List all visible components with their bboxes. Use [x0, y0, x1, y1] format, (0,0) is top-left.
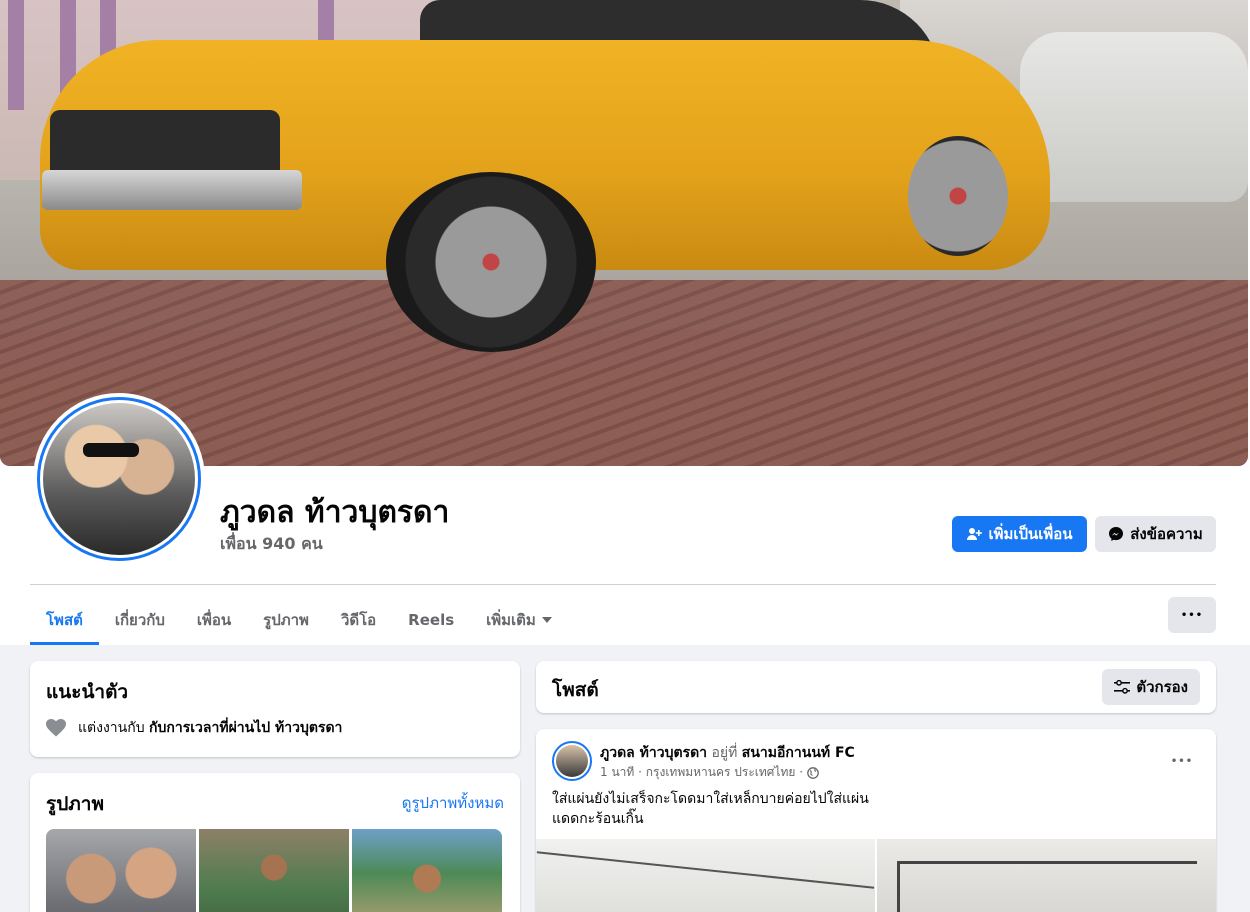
- friend-count[interactable]: เพื่อน 940 คน: [220, 532, 323, 557]
- avatar-image: [43, 403, 195, 555]
- filter-icon: [1114, 680, 1131, 694]
- add-friend-icon: [966, 526, 983, 542]
- post-author-avatar[interactable]: [552, 741, 592, 781]
- posts-title: โพสต์: [552, 679, 599, 701]
- profile-header: ภูวดล ท้าวบุตรดา เพื่อน 940 คน เพิ่มเป็น…: [0, 0, 1250, 645]
- profile-avatar[interactable]: [33, 393, 205, 565]
- header-divider: [30, 584, 1216, 585]
- avatar-ring: [37, 397, 201, 561]
- post-text: ใส่แผ่นยังไม่เสร็จกะโดดมาใส่เหล็กบายค่อย…: [552, 789, 1172, 829]
- photos-card: รูปภาพ ดูรูปภาพทั้งหมด: [30, 773, 520, 912]
- post-meta-text[interactable]: 1 นาที · กรุงเทพมหานคร ประเทศไทย ·: [600, 763, 803, 782]
- photo-thumbnail[interactable]: [199, 829, 349, 912]
- caret-down-icon: [541, 617, 552, 623]
- photo-thumbnail[interactable]: [352, 829, 502, 912]
- tab-label: Reels: [408, 611, 455, 629]
- relationship-partner[interactable]: กับการเวลาที่ผ่านไป ท้าวบุตรดา: [149, 720, 342, 736]
- cover-car-wheel: [386, 172, 596, 352]
- message-label: ส่งข้อความ: [1130, 525, 1203, 543]
- globe-icon: [807, 766, 819, 779]
- tab-label: วิดีโอ: [340, 611, 377, 629]
- post-card: ภูวดล ท้าวบุตรดา อยู่ที่ สนามอีกานนท์ FC…: [536, 729, 1216, 912]
- tab-friends[interactable]: เพื่อน: [181, 595, 247, 645]
- filter-label: ตัวกรอง: [1136, 678, 1188, 696]
- tab-label: รูปภาพ: [263, 611, 309, 629]
- tab-posts[interactable]: โพสต์: [30, 595, 99, 645]
- message-button[interactable]: ส่งข้อความ: [1095, 516, 1216, 552]
- cover-white-car: [1020, 32, 1248, 202]
- cover-pillar: [8, 0, 24, 110]
- post-text-line: ใส่แผ่นยังไม่เสร็จกะโดดมาใส่เหล็กบายค่อย…: [552, 791, 869, 807]
- tab-reels[interactable]: Reels: [392, 595, 470, 645]
- cover-photo[interactable]: [0, 0, 1248, 466]
- photo-thumbnail[interactable]: [46, 829, 196, 912]
- tab-label: เกี่ยวกับ: [114, 611, 165, 629]
- tab-photos[interactable]: รูปภาพ: [247, 595, 325, 645]
- relationship-prefix: แต่งงานกับ: [78, 720, 145, 736]
- add-friend-label: เพิ่มเป็นเพื่อน: [988, 525, 1073, 543]
- heart-icon: [46, 719, 66, 737]
- profile-tabs: โพสต์ เกี่ยวกับ เพื่อน รูปภาพ วิดีโอ Ree…: [30, 595, 568, 645]
- intro-title: แนะนำตัว: [46, 681, 129, 703]
- post-image[interactable]: [877, 839, 1216, 912]
- post-options-button[interactable]: •••: [1164, 743, 1200, 779]
- messenger-icon: [1108, 526, 1124, 542]
- post-author-name[interactable]: ภูวดล ท้าวบุตรดา: [600, 745, 707, 761]
- posts-header-card: โพสต์ ตัวกรอง: [536, 661, 1216, 713]
- add-friend-button[interactable]: เพิ่มเป็นเพื่อน: [952, 516, 1087, 552]
- tab-videos[interactable]: วิดีโอ: [325, 595, 392, 645]
- post-at-word: อยู่ที่: [711, 745, 738, 761]
- post-author-line: ภูวดล ท้าวบุตรดา อยู่ที่ สนามอีกานนท์ FC: [600, 742, 855, 764]
- profile-name: ภูวดล ท้าวบุตรดา: [220, 495, 450, 530]
- tab-about[interactable]: เกี่ยวกับ: [99, 595, 181, 645]
- filter-button[interactable]: ตัวกรอง: [1102, 669, 1200, 705]
- cover-car-wheel: [908, 136, 1008, 256]
- tab-more[interactable]: เพิ่มเติม: [470, 595, 568, 645]
- post-text-line: แดดกะร้อนเกิ๊น: [552, 811, 644, 827]
- post-image[interactable]: [536, 839, 875, 912]
- more-dots-icon: •••: [1180, 609, 1204, 621]
- more-dots-icon: •••: [1170, 755, 1194, 767]
- photos-title[interactable]: รูปภาพ: [46, 789, 104, 819]
- see-all-photos-link[interactable]: ดูรูปภาพทั้งหมด: [402, 791, 504, 815]
- profile-more-button[interactable]: •••: [1168, 597, 1216, 633]
- tab-label: เพื่อน: [196, 611, 232, 629]
- relationship-row: แต่งงานกับ กับการเวลาที่ผ่านไป ท้าวบุตรด…: [46, 717, 342, 739]
- avatar-glasses: [83, 443, 139, 457]
- cover-car-bumper: [42, 170, 302, 210]
- intro-card: แนะนำตัว แต่งงานกับ กับการเวลาที่ผ่านไป …: [30, 661, 520, 757]
- tab-label: เพิ่มเติม: [486, 611, 536, 629]
- post-meta: 1 นาที · กรุงเทพมหานคร ประเทศไทย ·: [600, 763, 819, 782]
- tab-label: โพสต์: [46, 611, 83, 629]
- post-place[interactable]: สนามอีกานนท์ FC: [742, 745, 855, 761]
